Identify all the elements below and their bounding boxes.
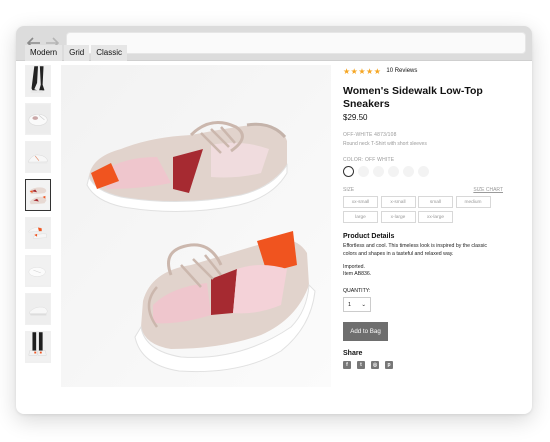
item-number: Item AB836. — [343, 271, 372, 277]
rating-row: ★★★★★ 10 Reviews — [343, 65, 503, 77]
share-heading: Share — [343, 350, 363, 357]
add-to-bag-button[interactable]: Add to Bag — [343, 322, 388, 341]
thumbnail-shoe-top-white[interactable] — [25, 103, 51, 135]
thumbnail-list — [25, 65, 53, 369]
thumbnail-shoes-orange[interactable] — [25, 217, 51, 249]
tab-grid[interactable]: Grid — [64, 45, 90, 61]
product-price: $29.50 — [343, 113, 368, 122]
facebook-icon[interactable]: f — [343, 361, 351, 369]
product-main-image[interactable] — [61, 65, 331, 387]
share-icons: f t ◎ p — [343, 361, 503, 369]
quantity-label: QUANTITY: — [343, 288, 371, 294]
color-swatch[interactable] — [418, 166, 429, 177]
url-bar[interactable] — [66, 32, 526, 54]
layout-tabs: Modern Grid Classic — [25, 45, 128, 61]
color-swatch-off-white[interactable] — [343, 166, 354, 177]
reviews-link[interactable]: 10 Reviews — [386, 68, 417, 74]
size-option-large[interactable]: large — [343, 211, 378, 223]
size-option-medium[interactable]: medium — [455, 196, 491, 208]
product-extra-info: Imported. Item AB836. — [343, 264, 503, 278]
thumbnail-feet-model[interactable] — [25, 331, 51, 363]
size-option-x-small[interactable]: x-small — [380, 196, 416, 208]
thumbnail-shoe-top-light[interactable] — [25, 255, 51, 287]
product-title: Women's Sidewalk Low-Top Sneakers — [343, 85, 483, 110]
product-subtitle: Round neck T-Shirt with short sleeves — [343, 141, 427, 147]
size-option-xx-small[interactable]: xx-small — [343, 196, 378, 208]
star-rating: ★★★★★ — [343, 66, 382, 76]
twitter-icon[interactable]: t — [357, 361, 365, 369]
quantity-select[interactable]: 1 ⌄ — [343, 297, 371, 312]
tab-classic[interactable]: Classic — [91, 45, 128, 61]
size-row: SIZE SIZE CHART — [343, 187, 503, 193]
size-label: SIZE — [343, 187, 355, 193]
product-details-heading: Product Details — [343, 233, 395, 240]
quantity-value: 1 — [348, 301, 352, 308]
thumbnail-shoe-sole[interactable] — [25, 293, 51, 325]
size-option-xx-large[interactable]: xx-large — [418, 211, 453, 223]
color-label: COLOR: OFF WHITE — [343, 157, 395, 163]
imported-text: Imported. — [343, 264, 365, 270]
pinterest-icon[interactable]: p — [385, 361, 393, 369]
color-swatch[interactable] — [358, 166, 369, 177]
thumbnail-shoe-side-white[interactable] — [25, 141, 51, 173]
sneakers-photo — [61, 65, 331, 387]
instagram-icon[interactable]: ◎ — [371, 361, 379, 369]
size-options: xx-small x-small small medium large x-la… — [343, 196, 503, 223]
color-swatch[interactable] — [403, 166, 414, 177]
tab-modern[interactable]: Modern — [25, 45, 63, 61]
thumbnail-shoes-pair[interactable] — [25, 179, 51, 211]
size-option-x-large[interactable]: x-large — [380, 211, 416, 223]
size-chart-link[interactable]: SIZE CHART — [473, 187, 503, 193]
color-swatches — [343, 166, 503, 177]
chevron-down-icon: ⌄ — [361, 301, 366, 308]
color-swatch[interactable] — [373, 166, 384, 177]
color-swatch[interactable] — [388, 166, 399, 177]
thumbnail-legs-black[interactable] — [25, 65, 51, 97]
product-sku: OFF-WHITE 4873/108 — [343, 132, 397, 138]
size-option-small[interactable]: small — [418, 196, 453, 208]
product-details-text: Effortless and cool. This timeless look … — [343, 243, 487, 257]
product-details-panel: ★★★★★ 10 Reviews Women's Sidewalk Low-To… — [343, 65, 503, 369]
